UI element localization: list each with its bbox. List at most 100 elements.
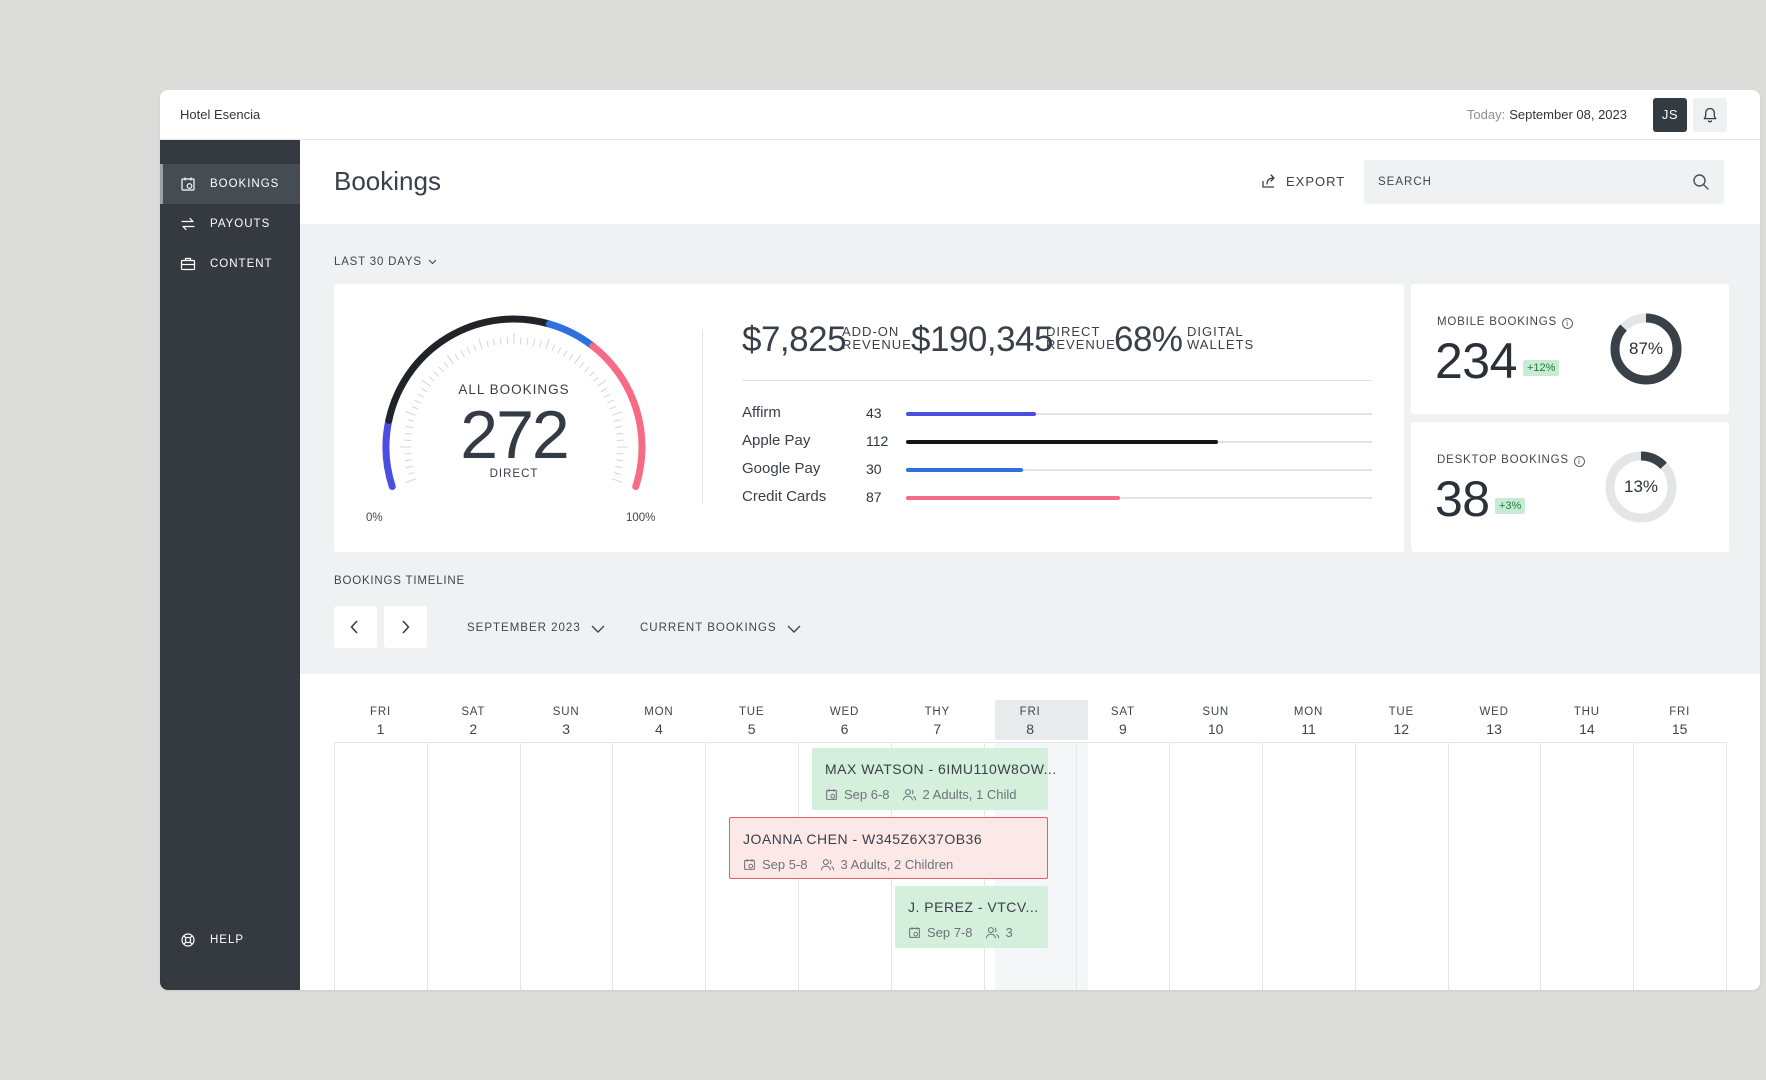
app-window: Hotel Esencia Today: September 08, 2023 J… — [160, 90, 1760, 990]
stat-label-line: REVENUE — [842, 337, 912, 352]
gauge-tick — [433, 371, 440, 377]
day-number: 8 — [1026, 721, 1034, 737]
avatar[interactable]: JS — [1653, 98, 1687, 132]
day-of-week: SAT — [461, 706, 486, 718]
booking-card[interactable]: JOANNA CHEN - W345Z6X37OB36 Sep 5-8 3 Adu… — [729, 817, 1048, 879]
gauge-arc-blue — [545, 320, 597, 350]
prev-month-button[interactable] — [334, 606, 377, 648]
day-of-week: WED — [829, 706, 860, 718]
day-header: SAT 2 — [427, 706, 520, 737]
day-header: WED 6 — [798, 706, 891, 737]
calendar-grid-line — [1354, 742, 1356, 990]
search-icon — [1693, 174, 1709, 190]
guests-icon — [820, 859, 834, 871]
payment-track — [906, 440, 1372, 444]
calendar-grid-line — [1540, 742, 1542, 990]
calendar-icon — [909, 927, 920, 938]
day-of-week: FRI — [1669, 706, 1691, 718]
date-range-dropdown[interactable]: LAST 30 DAYS — [334, 256, 437, 268]
booking-card[interactable]: J. PEREZ - VTCV... Sep 7-8 3 — [895, 886, 1048, 948]
payment-bar — [906, 412, 1037, 416]
booking-dates: Sep 7-8 — [927, 925, 973, 940]
view-dropdown[interactable]: CURRENT BOOKINGS — [640, 622, 801, 634]
info-icon[interactable]: i — [1562, 318, 1573, 329]
gauge-tick — [405, 465, 413, 469]
page-title: Bookings — [334, 166, 441, 196]
day-number: 7 — [933, 721, 942, 737]
gauge-tick — [405, 411, 417, 416]
month-dropdown[interactable]: SEPTEMBER 2023 — [467, 622, 605, 634]
hotel-name: Hotel Esencia — [180, 107, 261, 122]
search-placeholder: SEARCH — [1378, 176, 1432, 188]
day-of-week: MON — [1293, 706, 1324, 718]
day-number: 4 — [654, 721, 663, 737]
gauge-arc-purple — [382, 416, 396, 491]
calendar-grid-line — [1262, 742, 1263, 990]
sidebar-item-content[interactable]: CONTENT — [160, 244, 300, 284]
gauge-tick — [532, 338, 536, 346]
stat-label: DIGITAL WALLETS — [1187, 325, 1254, 351]
top-bar: Hotel Esencia Today: September 08, 2023 J… — [160, 90, 1760, 140]
gauge-tick — [613, 419, 621, 422]
gauge-min-label: 0% — [366, 512, 383, 524]
gauge-tick — [579, 361, 585, 368]
bell-icon — [1703, 107, 1717, 123]
day-header: THU 14 — [1540, 706, 1633, 737]
guests-icon — [985, 927, 999, 939]
briefcase-icon — [180, 257, 196, 271]
notifications-button[interactable] — [1693, 98, 1727, 132]
chevron-down-icon — [787, 625, 801, 633]
gauge-value: 272 — [460, 397, 569, 473]
day-header: FRI 15 — [1633, 706, 1726, 737]
gauge-tick — [478, 338, 483, 350]
gauge-tick — [568, 353, 574, 361]
booking-guests: 2 Adults, 1 Child — [922, 787, 1017, 802]
gauge-tick — [593, 376, 600, 382]
gauge-tick — [526, 337, 529, 345]
day-of-week: SUN — [1202, 706, 1230, 718]
gauge-tick — [616, 459, 624, 462]
calendar-grid-line — [612, 742, 614, 990]
divider — [702, 330, 703, 504]
view-label: CURRENT BOOKINGS — [640, 622, 777, 634]
payment-row-apple-pay: Apple Pay 112 — [742, 432, 1372, 462]
day-number: 11 — [1301, 721, 1316, 737]
help-label: HELP — [210, 934, 245, 946]
sidebar-item-payouts[interactable]: PAYOUTS — [160, 204, 300, 244]
booking-card[interactable]: MAX WATSON - 6IMU110W8OW... Sep 6-8 2 Adu… — [812, 748, 1056, 810]
chevron-right-icon — [402, 620, 410, 634]
day-header: FRI 1 — [334, 706, 427, 737]
stat-value: $190,345 — [911, 320, 1053, 359]
day-number: 1 — [376, 721, 385, 737]
day-number: 10 — [1207, 721, 1224, 737]
gauge-max-label: 100% — [626, 512, 656, 524]
gauge-tick — [611, 411, 623, 416]
calendar-grid-line — [334, 742, 1726, 743]
change-badge: +3% — [1495, 498, 1526, 514]
sidebar-item-bookings[interactable]: BOOKINGS — [160, 164, 300, 204]
gauge-tick — [616, 432, 624, 435]
help-link[interactable]: HELP — [160, 920, 300, 960]
gauge-tick — [557, 347, 562, 355]
gauge-tick — [606, 399, 614, 404]
calendar-grid-line — [334, 742, 335, 990]
gauge-tick — [613, 472, 621, 475]
month-label: SEPTEMBER 2023 — [467, 622, 581, 634]
main-content: Bookings EXPORT SEARCH LAST 30 DAYS ALL … — [300, 140, 1760, 990]
gauge-tick — [428, 376, 435, 382]
payment-track — [906, 412, 1372, 416]
desktop-bookings-value: 38 — [1435, 471, 1490, 527]
stat-label-line: WALLETS — [1187, 337, 1255, 352]
day-number: 15 — [1671, 721, 1688, 737]
guests-icon — [902, 789, 916, 801]
mobile-bookings-card: MOBILE BOOKINGS i 234 +12% 87% — [1411, 284, 1729, 414]
stat-label: DIRECT REVENUE — [1046, 325, 1116, 351]
day-number: 6 — [840, 721, 849, 737]
info-icon[interactable]: i — [1573, 456, 1585, 467]
day-of-week: TUE — [1388, 706, 1414, 718]
booking-dates: Sep 6-8 — [844, 787, 890, 802]
search-input[interactable]: SEARCH — [1364, 160, 1724, 204]
next-month-button[interactable] — [384, 606, 427, 648]
day-number: 3 — [562, 721, 570, 737]
payment-name: Credit Cards — [742, 488, 827, 505]
